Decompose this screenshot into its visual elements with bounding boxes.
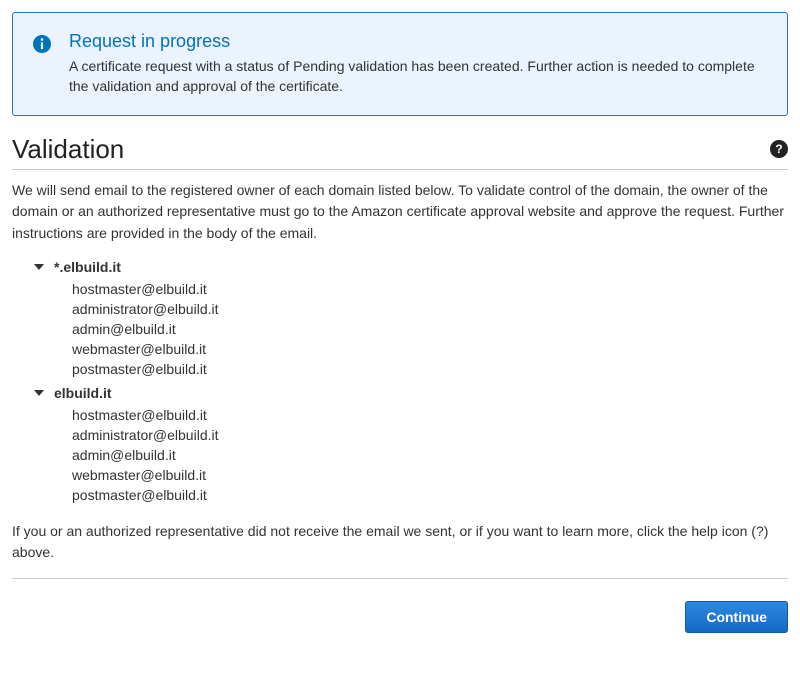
domain-toggle[interactable]: elbuild.it: [12, 385, 788, 401]
domain-name: elbuild.it: [54, 385, 112, 401]
section-header: Validation ?: [12, 134, 788, 165]
alert-text: A certificate request with a status of P…: [69, 56, 767, 97]
email-item: webmaster@elbuild.it: [72, 339, 788, 359]
caret-down-icon: [34, 264, 44, 270]
help-icon[interactable]: ?: [770, 140, 788, 158]
alert-info-box: Request in progress A certificate reques…: [12, 12, 788, 116]
email-item: webmaster@elbuild.it: [72, 465, 788, 485]
divider: [12, 578, 788, 579]
email-list: hostmaster@elbuild.it administrator@elbu…: [12, 279, 788, 379]
divider: [12, 169, 788, 170]
page-title: Validation: [12, 134, 124, 165]
email-list: hostmaster@elbuild.it administrator@elbu…: [12, 405, 788, 505]
intro-text: We will send email to the registered own…: [12, 180, 788, 245]
button-row: Continue: [12, 589, 788, 633]
alert-content: Request in progress A certificate reques…: [69, 31, 767, 97]
email-item: admin@elbuild.it: [72, 319, 788, 339]
email-item: postmaster@elbuild.it: [72, 359, 788, 379]
domain-toggle[interactable]: *.elbuild.it: [12, 259, 788, 275]
info-icon: [33, 31, 69, 56]
continue-button[interactable]: Continue: [685, 601, 788, 633]
caret-down-icon: [34, 390, 44, 396]
email-item: administrator@elbuild.it: [72, 299, 788, 319]
domain-name: *.elbuild.it: [54, 259, 121, 275]
email-item: administrator@elbuild.it: [72, 425, 788, 445]
email-item: hostmaster@elbuild.it: [72, 405, 788, 425]
email-item: postmaster@elbuild.it: [72, 485, 788, 505]
email-item: admin@elbuild.it: [72, 445, 788, 465]
domain-list: *.elbuild.it hostmaster@elbuild.it admin…: [12, 259, 788, 505]
domain-block: *.elbuild.it hostmaster@elbuild.it admin…: [12, 259, 788, 379]
domain-block: elbuild.it hostmaster@elbuild.it adminis…: [12, 385, 788, 505]
alert-title: Request in progress: [69, 31, 767, 52]
footer-text: If you or an authorized representative d…: [12, 521, 788, 564]
email-item: hostmaster@elbuild.it: [72, 279, 788, 299]
